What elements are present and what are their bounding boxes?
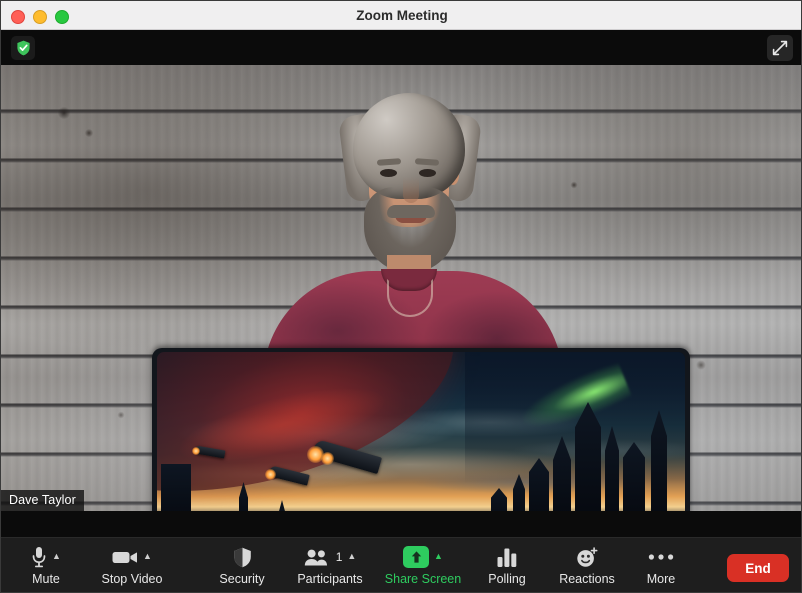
stop-video-chevron-up-icon[interactable]: ▲	[143, 551, 152, 561]
share-up-arrow-icon	[403, 546, 430, 568]
city-tower	[575, 402, 601, 511]
left-building	[161, 464, 191, 511]
bar-chart-icon	[497, 548, 517, 567]
security-button[interactable]: Security	[209, 544, 275, 592]
participants-count: 1	[335, 550, 343, 564]
stop-video-button[interactable]: ▲ Stop Video	[89, 544, 175, 592]
shield-icon	[233, 547, 252, 568]
city-tower	[553, 436, 571, 511]
wallpaper-city	[455, 398, 685, 511]
stop-video-icon-row: ▲	[112, 544, 152, 570]
laptop	[152, 348, 690, 511]
mute-icon-row: ▲	[31, 544, 61, 570]
window-title: Zoom Meeting	[356, 8, 448, 23]
video-letterbox	[1, 511, 801, 537]
zoom-meeting-window: Zoom Meeting Dave Taylor ▲ Mute ▲ Stop V…	[0, 0, 802, 593]
city-tower	[513, 474, 525, 511]
eye-right	[419, 169, 436, 177]
share-screen-icon-row: ▲	[403, 544, 443, 570]
video-top-bar	[1, 30, 801, 65]
stop-video-label: Stop Video	[101, 572, 163, 586]
title-bar: Zoom Meeting	[1, 1, 801, 30]
participant-name-label: Dave Taylor	[1, 490, 84, 511]
spaceship-engine-light	[321, 452, 334, 465]
more-label: More	[646, 572, 676, 586]
participants-icon-row: 1 ▲	[304, 544, 356, 570]
city-tower	[491, 488, 507, 511]
participants-chevron-up-icon[interactable]: ▲	[347, 551, 356, 561]
participants-button[interactable]: 1 ▲ Participants	[289, 544, 371, 592]
share-screen-label: Share Screen	[384, 572, 462, 586]
microphone-icon	[31, 546, 47, 568]
meeting-toolbar: ▲ Mute ▲ Stop Video Security 1 ▲ Partici…	[1, 537, 801, 592]
mute-chevron-up-icon[interactable]: ▲	[52, 551, 61, 561]
fullscreen-expand-icon[interactable]	[767, 35, 793, 61]
city-tower	[651, 410, 667, 511]
polling-button[interactable]: Polling	[479, 544, 535, 592]
reactions-label: Reactions	[559, 572, 615, 586]
smiley-plus-icon	[576, 546, 598, 568]
mute-button[interactable]: ▲ Mute	[15, 544, 77, 592]
polling-icon-row	[497, 544, 517, 570]
reactions-icon-row	[576, 544, 598, 570]
share-screen-chevron-up-icon[interactable]: ▲	[434, 551, 443, 561]
security-icon-row	[233, 544, 252, 570]
mustache	[387, 205, 435, 218]
end-meeting-button[interactable]: End	[727, 554, 789, 582]
reactions-button[interactable]: Reactions	[549, 544, 625, 592]
video-camera-icon	[112, 549, 138, 565]
security-label: Security	[219, 572, 265, 586]
scifi-wallpaper	[157, 352, 685, 511]
ellipsis-icon	[648, 553, 674, 561]
city-tower	[623, 442, 645, 511]
eye-left	[380, 169, 397, 177]
more-icon-row	[648, 544, 674, 570]
share-screen-button[interactable]: ▲ Share Screen	[379, 544, 467, 592]
spaceship-engine-light	[265, 469, 276, 480]
people-icon	[304, 549, 330, 566]
more-button[interactable]: More	[633, 544, 689, 592]
participant-video-feed[interactable]: Dave Taylor	[1, 65, 801, 511]
participants-label: Participants	[297, 572, 363, 586]
laptop-screen	[157, 352, 685, 511]
city-tower	[529, 458, 549, 511]
polling-label: Polling	[488, 572, 526, 586]
video-stage: Dave Taylor	[1, 30, 801, 537]
city-tower	[605, 426, 619, 511]
encryption-shield-icon[interactable]	[11, 36, 35, 60]
mute-label: Mute	[32, 572, 60, 586]
spaceship-engine-light	[192, 447, 200, 455]
